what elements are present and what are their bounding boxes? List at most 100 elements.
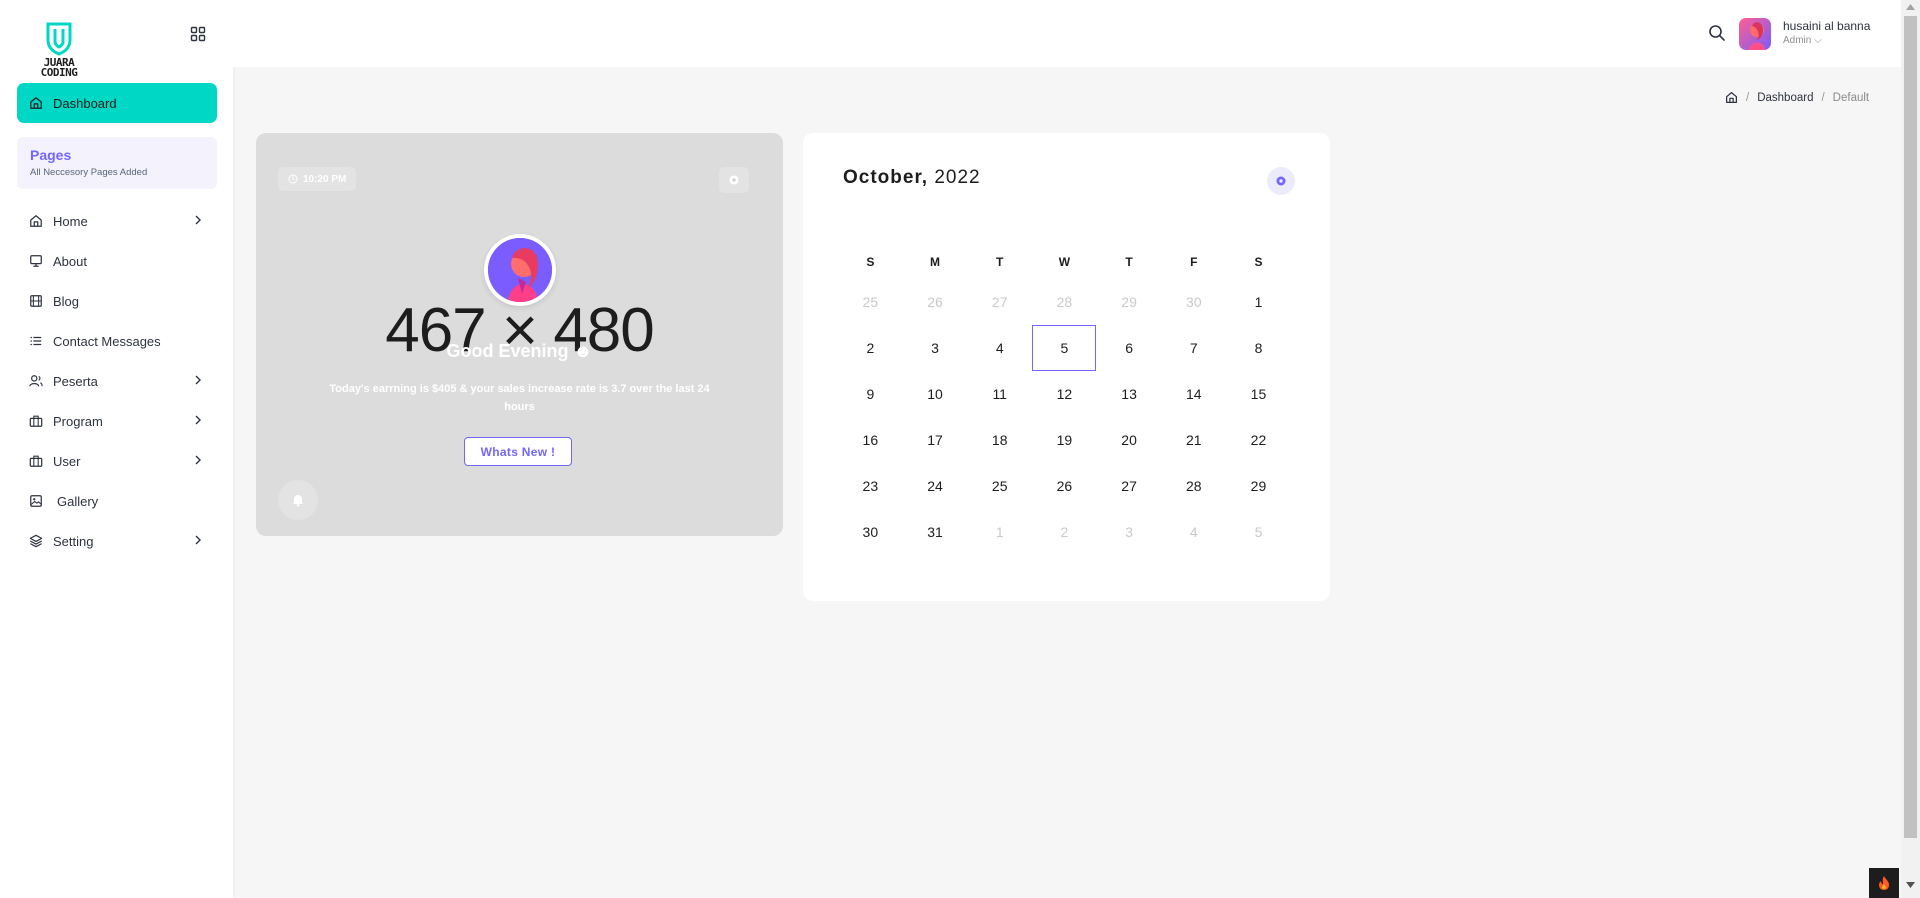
logo[interactable]: JUARA CODING: [28, 20, 90, 80]
calendar-day[interactable]: 4: [1161, 509, 1226, 555]
calendar-day[interactable]: 30: [838, 509, 903, 555]
calendar-day[interactable]: 3: [1097, 509, 1162, 555]
sidebar-item-home[interactable]: Home: [17, 201, 217, 241]
calendar-day-number: 19: [1056, 432, 1073, 448]
calendar-day-number: 27: [991, 294, 1008, 310]
scrollbar-thumb[interactable]: [1904, 16, 1917, 838]
calendar-week-row: 23 24 25 26 27 28 29: [838, 463, 1291, 509]
clock-icon: [288, 174, 298, 184]
whats-new-button[interactable]: Whats New !: [464, 437, 572, 466]
calendar-title: October, 2022: [843, 167, 981, 188]
calendar-day[interactable]: 22: [1226, 417, 1291, 463]
sidebar-item-dashboard[interactable]: Dashboard: [17, 83, 217, 123]
gear-icon: [729, 175, 739, 185]
sidebar-item-blog[interactable]: Blog: [17, 281, 217, 321]
calendar-day-number: 1: [1254, 294, 1263, 310]
calendar-day[interactable]: 20: [1097, 417, 1162, 463]
calendar-day[interactable]: 2: [1032, 509, 1097, 555]
calendar-day[interactable]: 16: [838, 417, 903, 463]
sidebar-item-label: Contact Messages: [53, 333, 161, 349]
sidebar-item-user[interactable]: User: [17, 441, 217, 481]
calendar-day-number: 25: [862, 294, 879, 310]
breadcrumb-separator: /: [1821, 91, 1825, 104]
calendar-day[interactable]: 31: [903, 509, 968, 555]
avatar[interactable]: [1739, 18, 1771, 50]
sidebar-item-contact-messages[interactable]: Contact Messages: [17, 321, 217, 361]
users-icon: [29, 375, 43, 387]
calendar-settings-button[interactable]: [1267, 167, 1295, 195]
calendar-day[interactable]: 25: [838, 279, 903, 325]
calendar-day[interactable]: 28: [1032, 279, 1097, 325]
calendar-day[interactable]: 4: [967, 325, 1032, 371]
calendar-day[interactable]: 1: [1226, 279, 1291, 325]
calendar-day[interactable]: 30: [1161, 279, 1226, 325]
breadcrumb-link-dashboard[interactable]: Dashboard: [1757, 92, 1813, 104]
breadcrumb-current: Default: [1832, 91, 1870, 104]
calendar-day[interactable]: 21: [1161, 417, 1226, 463]
calendar-day[interactable]: 13: [1097, 371, 1162, 417]
calendar-day[interactable]: 6: [1097, 325, 1162, 371]
settings-button[interactable]: [719, 167, 749, 193]
pages-title: Pages: [30, 147, 72, 163]
chevron-right-icon: [195, 455, 201, 465]
logo-text: JUARA CODING: [40, 56, 78, 79]
calendar-day[interactable]: 19: [1032, 417, 1097, 463]
calendar-day[interactable]: 12: [1032, 371, 1097, 417]
calendar-day[interactable]: 17: [903, 417, 968, 463]
shield-logo-icon: [46, 22, 72, 56]
scroll-up-arrow-icon[interactable]: [1906, 4, 1915, 10]
calendar-day[interactable]: 11: [967, 371, 1032, 417]
sidebar-item-label: About: [53, 253, 87, 269]
home-icon: [30, 97, 42, 109]
calendar-day-number: 26: [927, 294, 943, 310]
calendar-day[interactable]: 27: [1097, 463, 1162, 509]
calendar-day[interactable]: 18: [967, 417, 1032, 463]
calendar-day-selected[interactable]: 5: [1032, 325, 1097, 371]
weekday-label: M: [930, 255, 941, 269]
sidebar-item-program[interactable]: Program: [17, 401, 217, 441]
sidebar-item-setting[interactable]: Setting: [17, 521, 217, 561]
calendar-day[interactable]: 23: [838, 463, 903, 509]
calendar-grid: S M T W T F S 25 26 27 28 29 30 1 2 3 4 5 6 7 8 9 10 11 1…: [838, 255, 1291, 555]
search-icon[interactable]: [1708, 24, 1726, 47]
calendar-day[interactable]: 26: [903, 279, 968, 325]
calendar-day[interactable]: 2: [838, 325, 903, 371]
sidebar-item-peserta[interactable]: Peserta: [17, 361, 217, 401]
calendar-day-number: 21: [1185, 432, 1202, 448]
calendar-day[interactable]: 10: [903, 371, 968, 417]
fire-icon[interactable]: [1869, 868, 1899, 898]
weekday-label: S: [866, 255, 875, 269]
scroll-down-arrow-icon[interactable]: [1906, 882, 1915, 888]
calendar-day[interactable]: 26: [1032, 463, 1097, 509]
user-role-dropdown[interactable]: Admin ⌵: [1783, 35, 1822, 46]
calendar-day[interactable]: 14: [1161, 371, 1226, 417]
calendar-day[interactable]: 29: [1226, 463, 1291, 509]
calendar-day[interactable]: 29: [1097, 279, 1162, 325]
calendar-day[interactable]: 15: [1226, 371, 1291, 417]
calendar-weeks: 25 26 27 28 29 30 1 2 3 4 5 6 7 8 9 10 11 12 13 14 15 16 17 18 1…: [838, 279, 1291, 555]
calendar-day-number: 14: [1185, 386, 1202, 402]
welcome-card: 10:20 PM 467 × 480 Good Evening ☻ Today'…: [256, 133, 783, 536]
calendar-day-number: 22: [1250, 432, 1267, 448]
calendar-day[interactable]: 3: [903, 325, 968, 371]
calendar-day[interactable]: 28: [1161, 463, 1226, 509]
sidebar-item-gallery[interactable]: Gallery: [17, 481, 217, 521]
calendar-day[interactable]: 25: [967, 463, 1032, 509]
calendar-day[interactable]: 8: [1226, 325, 1291, 371]
calendar-day[interactable]: 1: [967, 509, 1032, 555]
calendar-day[interactable]: 9: [838, 371, 903, 417]
calendar-day[interactable]: 7: [1161, 325, 1226, 371]
calendar-day-number: 5: [1254, 524, 1263, 540]
user-role: Admin: [1783, 35, 1812, 46]
calendar-week-row: 25 26 27 28 29 30 1: [838, 279, 1291, 325]
calendar-day[interactable]: 24: [903, 463, 968, 509]
calendar-day[interactable]: 5: [1226, 509, 1291, 555]
calendar-day[interactable]: 27: [967, 279, 1032, 325]
calendar-day-number: 25: [991, 478, 1008, 494]
bell-icon[interactable]: [278, 480, 318, 520]
vertical-scrollbar[interactable]: [1901, 0, 1920, 898]
calendar-day-number: 2: [866, 340, 875, 356]
sidebar-item-about[interactable]: About: [17, 241, 217, 281]
home-icon[interactable]: [1725, 91, 1738, 104]
grid-menu-icon[interactable]: [190, 26, 206, 42]
